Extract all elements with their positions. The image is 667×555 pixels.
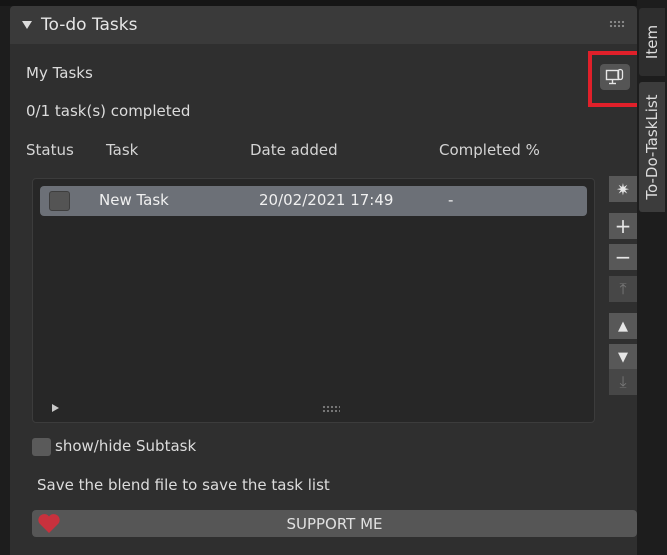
task-status-checkbox[interactable]	[49, 191, 70, 211]
save-hint: Save the blend file to save the task lis…	[37, 476, 330, 494]
support-label: SUPPORT ME	[286, 515, 383, 533]
sparkle-icon: ✷	[616, 179, 630, 199]
expand-filter-icon[interactable]	[52, 404, 59, 412]
column-header-task: Task	[106, 141, 139, 159]
column-header-completed: Completed %	[439, 141, 540, 159]
remove-task-button[interactable]: −	[609, 244, 637, 270]
task-name[interactable]: New Task	[99, 191, 169, 209]
task-row[interactable]: New Task 20/02/2021 17:49 -	[40, 186, 587, 216]
sidebar-tabs: Item To-Do-TaskList	[637, 0, 667, 555]
tab-item[interactable]: Item	[639, 8, 665, 76]
column-header-date: Date added	[250, 141, 338, 159]
tab-item-label: Item	[643, 24, 661, 60]
add-task-button[interactable]: +	[609, 213, 637, 239]
move-up-icon: ▲	[618, 318, 628, 334]
tab-todo-tasklist[interactable]: To-Do-TaskList	[639, 82, 665, 212]
task-date: 20/02/2021 17:49	[259, 191, 394, 209]
minus-icon: −	[614, 245, 632, 269]
refresh-button[interactable]: ✷	[609, 176, 637, 202]
list-resize-handle[interactable]	[322, 405, 340, 413]
move-down-button[interactable]: ▼	[609, 344, 637, 370]
plus-icon: +	[614, 214, 632, 238]
panel-header[interactable]: To-do Tasks	[10, 6, 637, 44]
panel-title: To-do Tasks	[41, 15, 138, 35]
move-bottom-icon: ⤓	[619, 372, 627, 391]
collapse-triangle-icon[interactable]	[22, 21, 32, 29]
move-down-icon: ▼	[618, 349, 628, 365]
section-label: My Tasks	[26, 64, 93, 82]
column-header-status: Status	[26, 141, 74, 159]
subtask-toggle-checkbox[interactable]	[32, 438, 51, 456]
subtask-toggle-label[interactable]: show/hide Subtask	[55, 437, 196, 455]
move-top-button[interactable]: ⤒	[609, 276, 637, 302]
move-top-icon: ⤒	[619, 279, 627, 298]
tab-todo-tasklist-label: To-Do-TaskList	[643, 94, 661, 200]
move-bottom-button[interactable]: ⤓	[609, 369, 637, 395]
move-up-button[interactable]: ▲	[609, 313, 637, 339]
support-button[interactable]: SUPPORT ME	[32, 510, 637, 537]
task-list[interactable]: New Task 20/02/2021 17:49 -	[32, 178, 595, 423]
drag-handle-icon[interactable]	[609, 20, 625, 28]
task-completed: -	[448, 191, 454, 209]
completion-summary: 0/1 task(s) completed	[26, 102, 191, 120]
todo-panel: To-do Tasks My Tasks 0/1 task(s) complet…	[10, 6, 649, 555]
